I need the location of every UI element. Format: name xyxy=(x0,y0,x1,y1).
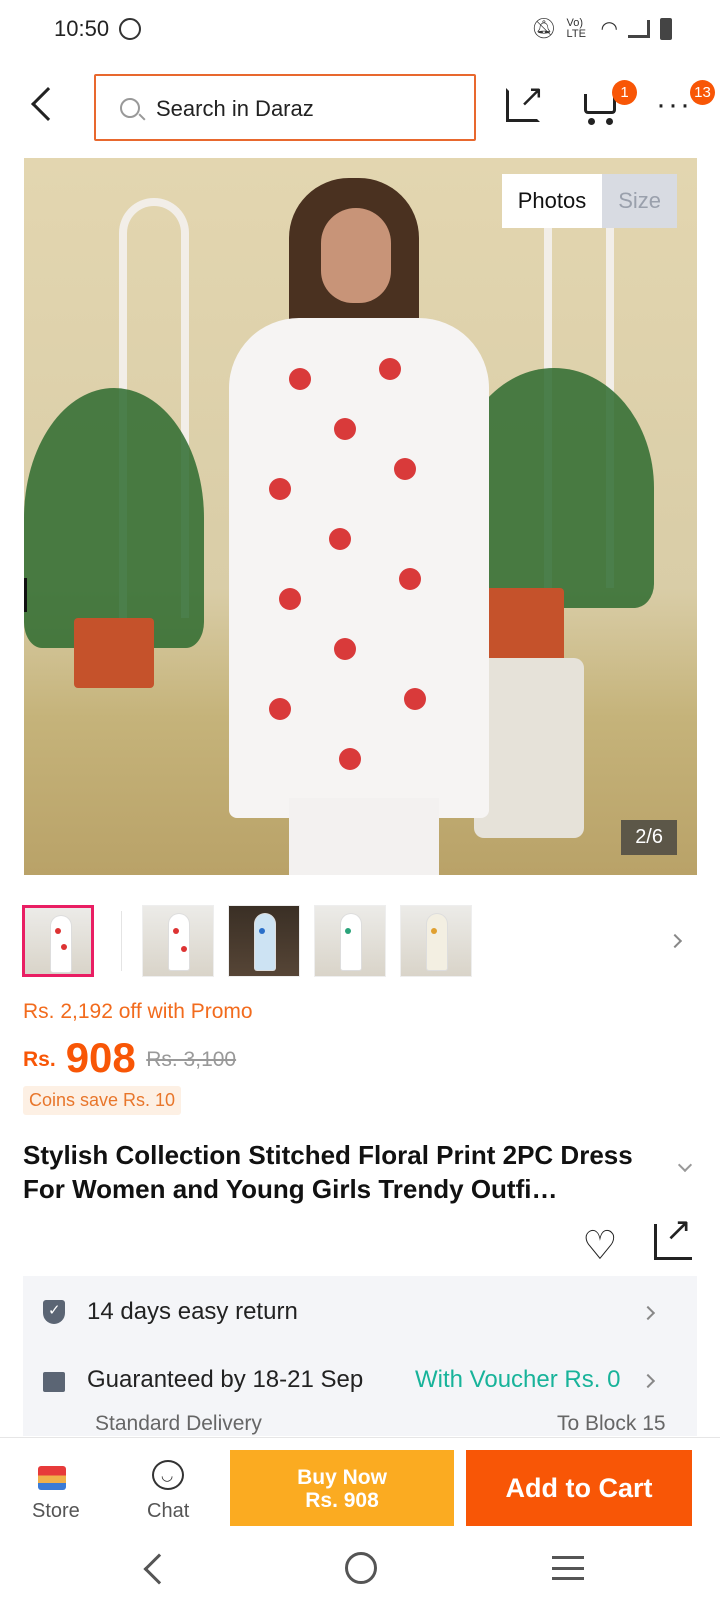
system-home-icon[interactable] xyxy=(345,1552,377,1584)
search-input[interactable]: Search in Daraz xyxy=(94,74,476,141)
share-icon[interactable] xyxy=(654,1210,692,1260)
more-badge: 13 xyxy=(690,80,715,105)
wifi-icon: ◠ xyxy=(600,18,618,40)
status-icons: 🔕︎ Vo) LTE ◠ xyxy=(531,16,672,41)
product-image[interactable]: Photos Size 2/6 xyxy=(24,158,697,875)
buy-now-button[interactable]: Buy Now Rs. 908 xyxy=(230,1450,454,1526)
buy-now-label: Buy Now xyxy=(297,1466,387,1489)
tab-photos[interactable]: Photos xyxy=(501,174,603,228)
signal-icon xyxy=(628,19,650,38)
model-figure xyxy=(209,178,509,875)
shield-icon xyxy=(43,1300,65,1324)
scroll-indicator xyxy=(24,578,27,612)
store-label[interactable]: Store xyxy=(32,1500,80,1523)
status-bar: 10:50 🔕︎ Vo) LTE ◠ xyxy=(0,0,720,60)
flower-print xyxy=(339,748,361,770)
tab-size[interactable]: Size xyxy=(602,174,677,228)
flower-print xyxy=(279,588,301,610)
battery-icon xyxy=(660,17,672,40)
voucher-text[interactable]: With Voucher Rs. 0 xyxy=(415,1366,620,1394)
return-policy[interactable]: 14 days easy return xyxy=(87,1298,298,1326)
system-back-icon[interactable] xyxy=(143,1553,175,1585)
cart-wheel xyxy=(588,118,595,125)
bottom-action-bar: Store Chat Buy Now Rs. 908 Add to Cart xyxy=(0,1437,720,1533)
price-block: Rs. 908 Rs. 3,100 xyxy=(23,1034,236,1082)
product-title: Stylish Collection Stitched Floral Print… xyxy=(23,1140,633,1204)
thumbnail[interactable] xyxy=(142,905,214,977)
thumbnail[interactable] xyxy=(228,905,300,977)
thumbnail-divider xyxy=(121,911,122,971)
flower-print xyxy=(334,638,356,660)
flower-print xyxy=(404,688,426,710)
delivery-icon xyxy=(43,1372,65,1392)
flower-print xyxy=(394,458,416,480)
delivery-guarantee[interactable]: Guaranteed by 18-21 Sep xyxy=(87,1366,363,1394)
original-price: Rs. 3,100 xyxy=(146,1048,237,1071)
thumbnail[interactable] xyxy=(314,905,386,977)
store-icon[interactable] xyxy=(38,1466,66,1490)
promo-text: Rs. 2,192 off with Promo xyxy=(23,1000,253,1023)
chat-label[interactable]: Chat xyxy=(147,1500,189,1523)
thumbnail-strip xyxy=(22,905,702,979)
flower-print xyxy=(269,698,291,720)
volte-icon: Vo) LTE xyxy=(566,16,586,40)
buy-now-price: Rs. 908 xyxy=(305,1489,379,1512)
thumbnail[interactable] xyxy=(400,905,472,977)
share-icon[interactable] xyxy=(506,79,544,122)
photo-size-tabs: Photos Size xyxy=(501,174,677,228)
cart-wheel xyxy=(606,118,613,125)
current-price: 908 xyxy=(65,1034,136,1081)
thumbnail[interactable] xyxy=(22,905,94,977)
pants xyxy=(289,798,439,875)
currency: Rs. xyxy=(23,1048,56,1071)
flower-print xyxy=(269,478,291,500)
chat-icon[interactable] xyxy=(152,1460,184,1490)
chevron-down-icon[interactable] xyxy=(677,1157,693,1173)
flower-print xyxy=(334,418,356,440)
flower-print xyxy=(329,528,351,550)
wishlist-heart-icon[interactable]: ♡ xyxy=(582,1226,618,1266)
system-nav-bar xyxy=(0,1534,720,1612)
status-time: 10:50 xyxy=(54,16,110,41)
flower-print xyxy=(379,358,401,380)
delivery-location: To Block 15 xyxy=(557,1412,666,1435)
image-counter: 2/6 xyxy=(621,820,677,855)
delivery-panel: 14 days easy return Guaranteed by 18-21 … xyxy=(23,1276,697,1436)
cart-icon xyxy=(584,94,616,114)
system-recents-icon[interactable] xyxy=(552,1556,584,1580)
top-nav: Search in Daraz 1 ··· 13 xyxy=(0,62,720,154)
floral-dress xyxy=(229,318,489,818)
chevron-right-icon[interactable] xyxy=(667,933,683,949)
delivery-type: Standard Delivery xyxy=(95,1412,262,1435)
more-icon[interactable]: ··· xyxy=(656,88,692,122)
coins-badge: Coins save Rs. 10 xyxy=(23,1086,182,1115)
chevron-right-icon[interactable] xyxy=(640,1305,656,1321)
model-face xyxy=(321,208,391,303)
plant-left xyxy=(24,388,204,648)
chevron-right-icon[interactable] xyxy=(640,1373,656,1389)
cart-badge: 1 xyxy=(612,80,637,105)
pot-left xyxy=(74,618,154,688)
search-icon xyxy=(120,98,140,118)
back-icon[interactable] xyxy=(31,87,65,121)
whatsapp-icon xyxy=(119,18,141,40)
flower-print xyxy=(289,368,311,390)
add-to-cart-button[interactable]: Add to Cart xyxy=(466,1450,692,1526)
mute-icon: 🔕︎ xyxy=(531,18,557,40)
search-placeholder: Search in Daraz xyxy=(156,96,314,121)
flower-print xyxy=(399,568,421,590)
